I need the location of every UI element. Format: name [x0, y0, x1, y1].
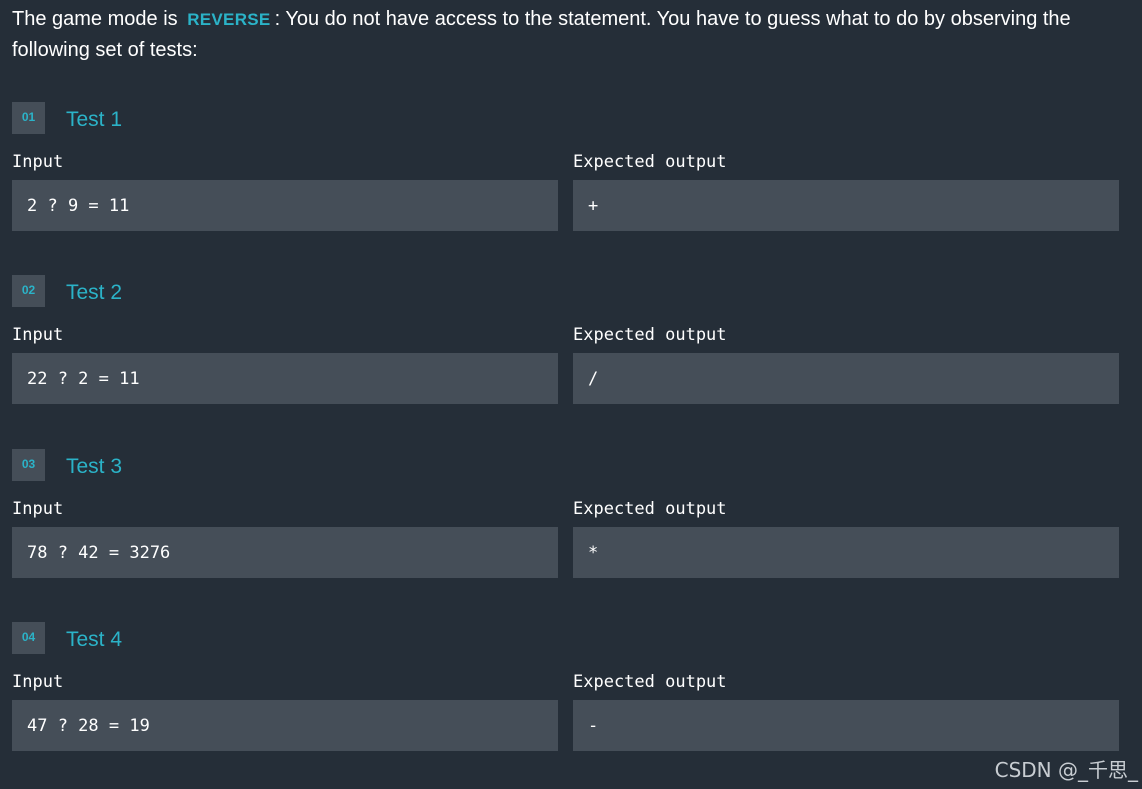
test-title: Test 3: [66, 455, 123, 478]
test-title: Test 4: [66, 628, 123, 651]
expected-output-value: +: [573, 180, 1119, 231]
input-value: 22 ? 2 = 11: [12, 353, 558, 404]
test-number-badge: 03: [12, 449, 45, 481]
input-label: Input: [12, 672, 64, 692]
input-column: Input 22 ? 2 = 11: [12, 325, 558, 404]
expected-output-column: Expected output -: [573, 672, 1119, 751]
test-number-badge: 01: [12, 102, 45, 134]
expected-output-column: Expected output /: [573, 325, 1119, 404]
input-value: 78 ? 42 = 3276: [12, 527, 558, 578]
test-header: 01 Test 1: [12, 102, 122, 134]
test-number-badge: 04: [12, 622, 45, 654]
test-title: Test 2: [66, 281, 123, 304]
test-case-1: 01 Test 1 Input 2 ? 9 = 11 Expected outp…: [12, 102, 1119, 262]
test-title: Test 1: [66, 108, 123, 131]
input-label: Input: [12, 325, 64, 345]
expected-output-column: Expected output *: [573, 499, 1119, 578]
expected-output-label: Expected output: [573, 152, 727, 172]
test-header: 02 Test 2: [12, 275, 122, 307]
statement-intro: The game mode is REVERSE: You do not hav…: [12, 4, 1122, 65]
input-column: Input 2 ? 9 = 11: [12, 152, 558, 231]
watermark: CSDN @_千思_: [994, 758, 1138, 782]
test-case-2: 02 Test 2 Input 22 ? 2 = 11 Expected out…: [12, 275, 1119, 435]
test-case-3: 03 Test 3 Input 78 ? 42 = 3276 Expected …: [12, 449, 1119, 609]
test-header: 04 Test 4: [12, 622, 122, 654]
expected-output-label: Expected output: [573, 499, 727, 519]
input-column: Input 47 ? 28 = 19: [12, 672, 558, 751]
expected-output-value: *: [573, 527, 1119, 578]
test-header: 03 Test 3: [12, 449, 122, 481]
input-value: 2 ? 9 = 11: [12, 180, 558, 231]
intro-prefix: The game mode is: [12, 8, 178, 30]
game-mode-badge: REVERSE: [187, 10, 271, 29]
expected-output-column: Expected output +: [573, 152, 1119, 231]
input-column: Input 78 ? 42 = 3276: [12, 499, 558, 578]
expected-output-label: Expected output: [573, 325, 727, 345]
expected-output-value: -: [573, 700, 1119, 751]
expected-output-label: Expected output: [573, 672, 727, 692]
input-label: Input: [12, 499, 64, 519]
test-case-4: 04 Test 4 Input 47 ? 28 = 19 Expected ou…: [12, 622, 1119, 782]
expected-output-value: /: [573, 353, 1119, 404]
test-number-badge: 02: [12, 275, 45, 307]
input-label: Input: [12, 152, 64, 172]
input-value: 47 ? 28 = 19: [12, 700, 558, 751]
